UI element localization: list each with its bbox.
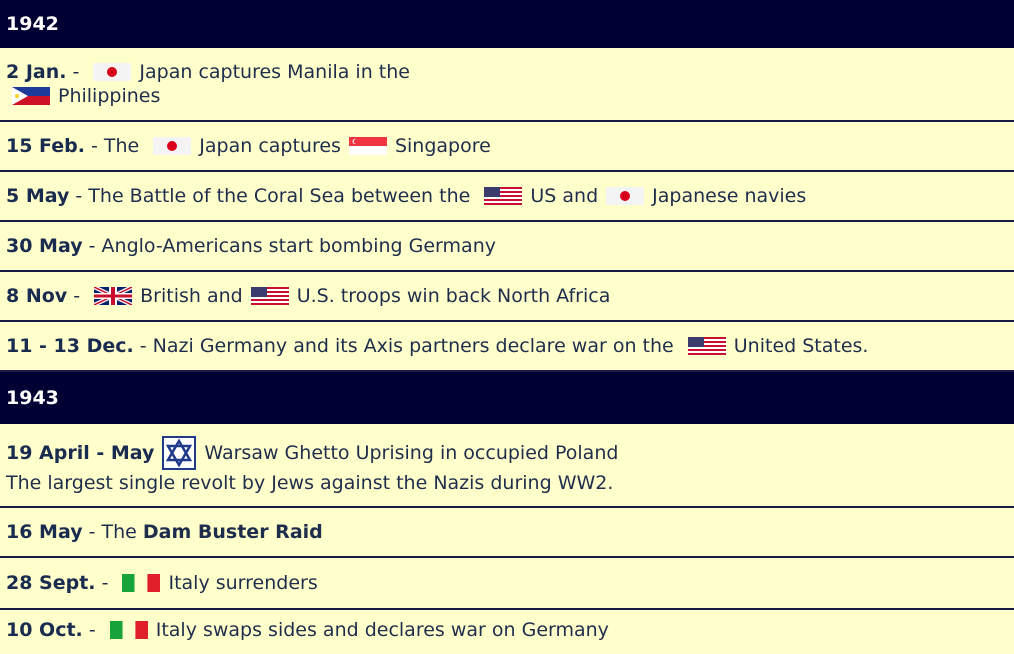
event-bold-text: Dam Buster Raid	[142, 521, 323, 543]
uk-flag-icon	[94, 287, 132, 305]
event-15-feb: 15 Feb. - The Japan captures Singapore	[0, 122, 1014, 172]
event-date: 8 Nov	[6, 285, 68, 307]
event-text: US and	[530, 185, 599, 207]
usa-flag-icon	[251, 287, 289, 305]
event-text: - Anglo-Americans start bombing Germany	[82, 235, 496, 257]
event-text: The largest single revolt by Jews agains…	[6, 472, 614, 494]
year-1942-title: 1942	[6, 13, 59, 35]
event-8-nov: 8 Nov - British and U.S. troops win back…	[0, 272, 1014, 322]
event-5-may: 5 May - The Battle of the Coral Sea betw…	[0, 172, 1014, 222]
event-sep: -	[95, 572, 115, 594]
event-sep: -	[66, 61, 86, 83]
japan-flag-icon	[93, 63, 131, 81]
event-sep: - The Battle of the Coral Sea between th…	[69, 185, 477, 207]
event-date: 30 May	[6, 235, 83, 257]
event-text: Japan captures Manila in the	[139, 61, 410, 83]
event-text: Warsaw Ghetto Uprising in occupied Polan…	[204, 442, 619, 464]
event-date: 16 May	[6, 521, 83, 543]
event-text: Japanese navies	[652, 185, 807, 207]
event-text: British and	[140, 285, 243, 307]
japan-flag-icon	[606, 187, 644, 205]
event-sep: -	[82, 619, 102, 641]
event-text: Singapore	[394, 135, 491, 157]
singapore-flag-icon	[349, 137, 387, 155]
event-19-april: 19 April - May Warsaw Ghetto Uprising in…	[0, 424, 1014, 508]
event-text: Italy surrenders	[168, 572, 318, 594]
italy-flag-icon	[110, 621, 148, 639]
event-30-may: 30 May - Anglo-Americans start bombing G…	[0, 222, 1014, 272]
star-of-david-icon	[162, 436, 196, 470]
event-date: 19 April - May	[6, 442, 155, 464]
event-date: 28 Sept.	[6, 572, 96, 594]
event-28-sept: 28 Sept. - Italy surrenders	[0, 558, 1014, 610]
event-2-jan: 2 Jan. - Japan captures Manila in the Ph…	[0, 48, 1014, 122]
event-11-13-dec: 11 - 13 Dec. - Nazi Germany and its Axis…	[0, 322, 1014, 372]
event-text: Italy swaps sides and declares war on Ge…	[155, 619, 609, 641]
philippines-flag-icon	[12, 87, 50, 105]
event-10-oct: 10 Oct. - Italy swaps sides and declares…	[0, 610, 1014, 650]
event-sep: - The	[84, 135, 146, 157]
usa-flag-icon	[688, 337, 726, 355]
event-text: United States.	[733, 335, 869, 357]
year-1943-title: 1943	[6, 387, 59, 409]
event-date: 15 Feb.	[6, 135, 85, 157]
event-sep: - The	[82, 521, 143, 543]
event-date: 10 Oct.	[6, 619, 83, 641]
event-text: Philippines	[58, 85, 161, 107]
event-sep: - Nazi Germany and its Axis partners dec…	[133, 335, 680, 357]
usa-flag-icon	[484, 187, 522, 205]
event-date: 5 May	[6, 185, 70, 207]
year-1942-header: 1942	[0, 0, 1014, 48]
year-1943-header: 1943	[0, 372, 1014, 424]
event-text: U.S. troops win back North Africa	[296, 285, 611, 307]
event-16-may: 16 May - The Dam Buster Raid	[0, 508, 1014, 558]
event-sep: -	[67, 285, 87, 307]
japan-flag-icon	[153, 137, 191, 155]
italy-flag-icon	[122, 574, 160, 592]
event-text: Japan captures	[199, 135, 341, 157]
event-date: 11 - 13 Dec.	[6, 335, 134, 357]
event-date: 2 Jan.	[6, 61, 67, 83]
